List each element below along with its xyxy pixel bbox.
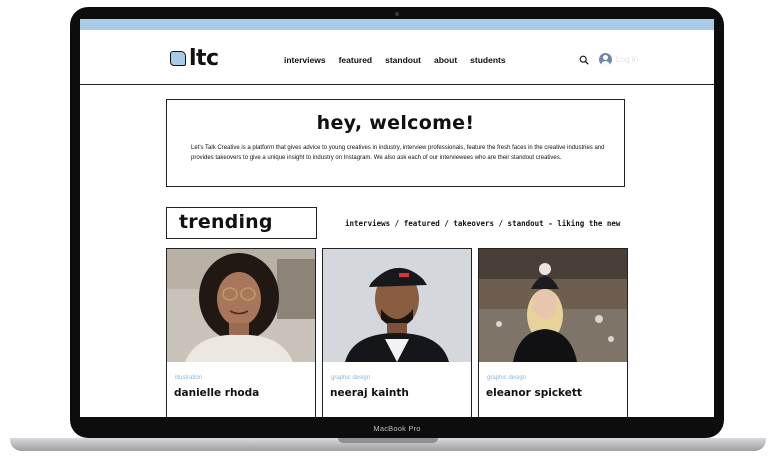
search-icon[interactable] xyxy=(579,55,589,65)
nav-featured[interactable]: featured xyxy=(339,55,373,65)
trending-heading-box: trending xyxy=(166,207,317,239)
card-name: eleanor spickett xyxy=(486,387,582,399)
site-logo[interactable]: ltc xyxy=(170,45,219,71)
main-nav: interviews featured standout about stude… xyxy=(284,55,519,65)
site-header: ltc interviews featured standout about s… xyxy=(80,30,714,85)
card-photo xyxy=(167,249,315,362)
card-photo xyxy=(323,249,471,362)
card-danielle-rhoda[interactable]: illustration danielle rhoda xyxy=(166,248,316,417)
welcome-text: Let's Talk Creative is a platform that g… xyxy=(191,145,605,161)
card-photo xyxy=(479,249,627,362)
login-link[interactable]: Log In xyxy=(616,55,638,64)
card-category: graphic design xyxy=(487,375,527,381)
logo-text: ltc xyxy=(189,45,219,71)
user-avatar-icon[interactable] xyxy=(599,53,612,66)
laptop-base-notch xyxy=(338,438,438,443)
nav-about[interactable]: about xyxy=(434,55,457,65)
webcam-dot xyxy=(395,12,399,16)
welcome-title: hey, welcome! xyxy=(316,112,475,134)
card-category: graphic design xyxy=(331,375,371,381)
top-accent-bar xyxy=(80,19,714,30)
card-name: danielle rhoda xyxy=(174,387,260,399)
trending-heading: trending xyxy=(179,211,273,233)
card-neeraj-kainth[interactable]: graphic design neeraj kainth xyxy=(322,248,472,417)
nav-interviews[interactable]: interviews xyxy=(284,55,326,65)
logo-mark-icon xyxy=(170,50,186,66)
welcome-box: hey, welcome! Let's Talk Creative is a p… xyxy=(166,99,625,187)
nav-standout[interactable]: standout xyxy=(385,55,421,65)
card-eleanor-spickett[interactable]: graphic design eleanor spickett xyxy=(478,248,628,417)
macbook-label: MacBook Pro xyxy=(373,424,421,433)
nav-students[interactable]: students xyxy=(470,55,505,65)
laptop-screen: ltc interviews featured standout about s… xyxy=(80,19,714,417)
scrolling-ticker: interviews / featured / takeovers / stan… xyxy=(345,219,623,228)
card-category: illustration xyxy=(175,375,203,381)
card-name: neeraj kainth xyxy=(330,387,409,399)
